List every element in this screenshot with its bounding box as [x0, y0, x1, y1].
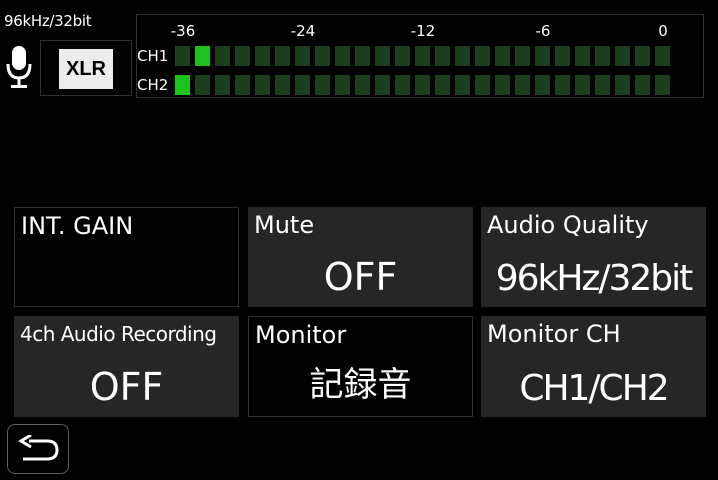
ch1-label: CH1 [137, 47, 169, 65]
mute-tile[interactable]: Mute OFF [248, 207, 473, 307]
input-source-panel: XLR [40, 40, 132, 96]
monitor-value: 記録音 [309, 365, 412, 405]
meter-segment [555, 75, 570, 95]
meter-segment [215, 46, 230, 66]
meter-segment [395, 75, 410, 95]
meter-segment [535, 46, 550, 66]
back-button[interactable] [7, 424, 69, 474]
audio-quality-value: 96kHz/32bit [495, 258, 694, 299]
meter-segment [275, 75, 290, 95]
ch2-meter-bar [175, 75, 675, 95]
int-gain-tile[interactable]: INT. GAIN [14, 207, 239, 307]
meter-scale-label: -12 [410, 22, 436, 40]
meter-segment [475, 75, 490, 95]
meter-segment [175, 75, 190, 95]
return-arrow-icon [18, 435, 59, 461]
meter-segment [335, 75, 350, 95]
monitor-ch-value: CH1/CH2 [519, 368, 669, 409]
meter-segment [455, 75, 470, 95]
meter-segment [255, 75, 270, 95]
meter-segment [595, 46, 610, 66]
xlr-input-badge: XLR [59, 49, 113, 89]
meter-scale-label: 0 [658, 22, 668, 40]
mute-label: Mute [254, 211, 315, 239]
audio-format-status: 96kHz/32bit [4, 12, 92, 30]
meter-segment [415, 75, 430, 95]
meter-segment [255, 46, 270, 66]
ch2-label: CH2 [137, 76, 169, 94]
audio-level-meter: -36 -24 -12 -6 0 CH1 CH2 [136, 14, 704, 98]
meter-segment [575, 75, 590, 95]
meter-segment [435, 46, 450, 66]
meter-segment [495, 75, 510, 95]
meter-segment [595, 75, 610, 95]
meter-segment [375, 75, 390, 95]
meter-segment [515, 46, 530, 66]
meter-segment [215, 75, 230, 95]
meter-segment [635, 75, 650, 95]
four-ch-recording-label: 4ch Audio Recording [20, 322, 217, 346]
meter-segment [655, 46, 670, 66]
meter-segment [495, 46, 510, 66]
meter-segment [195, 75, 210, 95]
four-ch-recording-tile[interactable]: 4ch Audio Recording OFF [14, 316, 239, 417]
meter-segment [655, 75, 670, 95]
meter-scale-label: -6 [535, 22, 551, 40]
meter-segment [355, 75, 370, 95]
meter-segment [235, 75, 250, 95]
int-gain-label: INT. GAIN [21, 212, 134, 240]
meter-segment [195, 46, 210, 66]
meter-scale-label: -36 [170, 22, 196, 40]
meter-segment [575, 46, 590, 66]
meter-segment [295, 75, 310, 95]
meter-segment [315, 75, 330, 95]
meter-segment [515, 75, 530, 95]
meter-segment [375, 46, 390, 66]
meter-segment [295, 46, 310, 66]
audio-quality-tile[interactable]: Audio Quality 96kHz/32bit [481, 207, 706, 307]
meter-segment [275, 46, 290, 66]
monitor-label: Monitor [255, 321, 347, 349]
monitor-ch-label: Monitor CH [487, 320, 621, 348]
meter-segment [315, 46, 330, 66]
meter-segment [535, 75, 550, 95]
monitor-ch-tile[interactable]: Monitor CH CH1/CH2 [481, 316, 706, 417]
mute-value: OFF [323, 255, 398, 299]
microphone-icon [6, 46, 32, 88]
audio-quality-label: Audio Quality [487, 211, 649, 239]
monitor-tile[interactable]: Monitor 記録音 [248, 316, 473, 417]
meter-segment [435, 75, 450, 95]
meter-segment [175, 46, 190, 66]
meter-segment [415, 46, 430, 66]
meter-segment [555, 46, 570, 66]
ch1-meter-bar [175, 46, 675, 66]
meter-segment [235, 46, 250, 66]
meter-segment [635, 46, 650, 66]
meter-segment [395, 46, 410, 66]
meter-segment [615, 75, 630, 95]
meter-scale-label: -24 [290, 22, 316, 40]
four-ch-recording-value: OFF [89, 365, 164, 409]
meter-segment [455, 46, 470, 66]
meter-segment [355, 46, 370, 66]
meter-segment [615, 46, 630, 66]
meter-segment [475, 46, 490, 66]
meter-segment [335, 46, 350, 66]
